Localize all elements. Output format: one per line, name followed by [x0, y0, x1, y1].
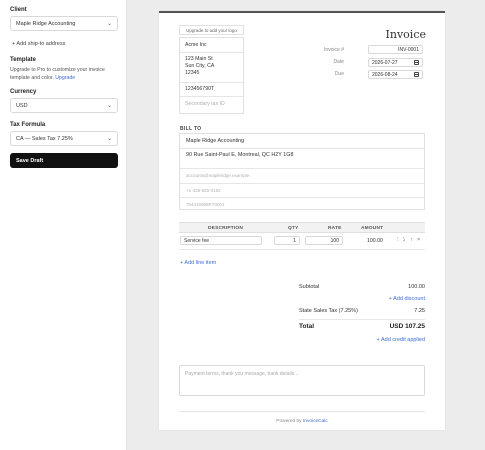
tax-formula-value: CA — Sales Tax 7.25%	[16, 135, 73, 142]
date-value: 2026-07-27	[372, 59, 398, 66]
bill-to-box[interactable]: Maple Ridge Accounting 90 Rue Saint-Paul…	[179, 133, 425, 210]
invoice-number-label: Invoice #	[323, 47, 344, 53]
divider	[180, 82, 243, 83]
from-zip[interactable]: 12345	[185, 70, 199, 76]
divider	[179, 249, 425, 250]
bill-to-email-field[interactable]: accounts@mapleridge.example	[186, 173, 249, 178]
remove-line-icon[interactable]: ×	[417, 237, 420, 243]
subtotal-value: 100.00	[408, 284, 425, 290]
from-address-box[interactable]: Acme Inc 123 Main St Sun City, CA 12345 …	[179, 37, 244, 114]
line-amount: 100.00	[367, 238, 383, 244]
invoice-title: Invoice	[385, 28, 426, 41]
add-line-item-link[interactable]: + Add line item	[180, 260, 216, 266]
bill-to-tax-field[interactable]: 704415968RT0001	[186, 202, 224, 207]
due-label: Due	[334, 71, 344, 77]
total-label: Total	[299, 323, 315, 330]
tax-label: State Sales Tax (7.25%)	[299, 308, 358, 314]
bill-to-label: BILL TO	[180, 126, 202, 132]
move-up-icon[interactable]: ↑	[410, 237, 413, 243]
line-rate-input[interactable]: 100	[305, 236, 343, 245]
date-field[interactable]: 2026-07-27	[368, 58, 423, 67]
invoice-card: Upgrade to add your logo Acme Inc 123 Ma…	[159, 11, 445, 430]
client-select-value: Maple Ridge Accounting	[16, 20, 76, 27]
add-credit-link[interactable]: + Add credit applied	[377, 337, 425, 343]
secondary-tax-id-field[interactable]: Secondary tax ID	[185, 101, 225, 107]
divider	[180, 96, 243, 97]
calendar-icon[interactable]	[414, 72, 419, 77]
bill-to-phone-field[interactable]: +1-438-555-0182	[186, 188, 221, 193]
powered-brand-link[interactable]: InvoiceCalc	[303, 419, 328, 424]
divider	[180, 168, 424, 169]
line-description-value: Service fee	[184, 237, 210, 244]
divider	[180, 52, 243, 53]
invoice-number-field[interactable]: INV-0001	[368, 45, 423, 54]
line-description-input[interactable]: Service fee	[180, 236, 262, 245]
divider	[180, 148, 424, 149]
chevron-down-icon: ⌄	[106, 103, 112, 109]
add-ship-to-link[interactable]: + Add ship-to address	[12, 41, 65, 47]
powered-prefix: Powered by	[276, 419, 302, 424]
chevron-down-icon: ⌄	[106, 21, 112, 27]
upgrade-link[interactable]: Upgrade	[55, 75, 75, 81]
currency-select[interactable]: USD ⌄	[10, 98, 118, 113]
client-label: Client	[10, 7, 27, 13]
subtotal-label: Subtotal	[299, 284, 320, 290]
save-draft-button[interactable]: Save Draft	[10, 153, 118, 168]
notes-textarea[interactable]: Payment terms, thank you message, bank d…	[179, 365, 425, 396]
divider	[180, 183, 424, 184]
header-amount: AMOUNT	[361, 226, 384, 231]
currency-select-value: USD	[16, 102, 28, 109]
divider	[180, 197, 424, 198]
template-upgrade-text: Upgrade to Pro to customize your invoice…	[10, 66, 120, 82]
line-items-header: DESCRIPTION QTY RATE AMOUNT	[179, 222, 425, 233]
tax-formula-label: Tax Formula	[10, 122, 46, 128]
invoice-number-value: INV-0001	[398, 46, 419, 53]
line-rate-value: 100	[330, 237, 339, 244]
due-date-field[interactable]: 2026-08-24	[368, 70, 423, 79]
from-city[interactable]: Sun City, CA	[185, 63, 214, 69]
header-description: DESCRIPTION	[208, 226, 243, 231]
divider	[179, 411, 425, 412]
bill-to-name[interactable]: Maple Ridge Accounting	[186, 138, 244, 144]
powered-by: Powered by InvoiceCalc	[159, 419, 445, 424]
add-discount-link[interactable]: + Add discount	[389, 296, 425, 302]
from-street[interactable]: 123 Main St	[185, 56, 213, 62]
bill-to-address[interactable]: 90 Rue Saint-Paul E, Montreal, QC H2Y 1G…	[186, 152, 293, 158]
from-tax-id[interactable]: 123456790T	[185, 86, 214, 92]
tax-value: 7.25	[414, 308, 425, 314]
logo-upload[interactable]: Upgrade to add your logo	[179, 25, 244, 35]
client-select[interactable]: Maple Ridge Accounting ⌄	[10, 16, 118, 31]
header-qty: QTY	[288, 226, 299, 231]
tax-formula-select[interactable]: CA — Sales Tax 7.25% ⌄	[10, 131, 118, 146]
divider	[299, 319, 425, 320]
date-label: Date	[333, 59, 344, 65]
sidebar: Client Maple Ridge Accounting ⌄ + Add sh…	[0, 0, 127, 450]
template-label: Template	[10, 57, 36, 63]
due-date-value: 2026-08-24	[372, 71, 398, 78]
currency-label: Currency	[10, 89, 37, 95]
line-qty-input[interactable]: 1	[274, 236, 300, 245]
calendar-icon[interactable]	[414, 60, 419, 65]
from-name[interactable]: Acme Inc	[185, 42, 207, 48]
line-qty-value: 1	[293, 237, 296, 244]
chevron-down-icon: ⌄	[106, 136, 112, 142]
header-rate: RATE	[328, 226, 342, 231]
move-down-icon[interactable]: ↓	[403, 237, 406, 243]
total-value: USD 107.25	[389, 323, 425, 330]
